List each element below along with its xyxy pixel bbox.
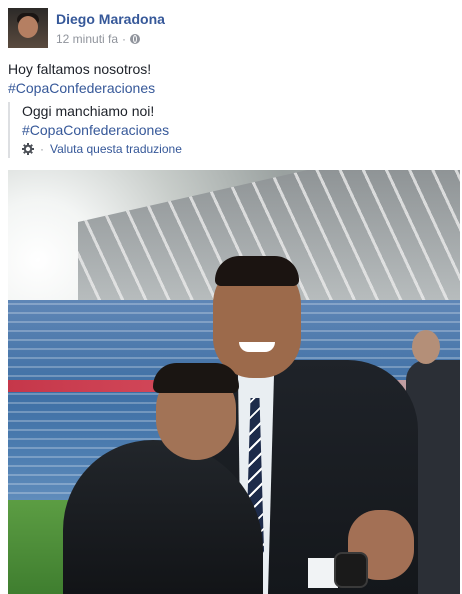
post-meta: 12 minuti fa · <box>56 32 141 46</box>
rate-translation-link[interactable]: Valuta questa traduzione <box>50 142 182 156</box>
translation-text: Oggi manchiamo noi! <box>22 103 155 119</box>
post-timestamp[interactable]: 12 minuti fa <box>56 32 118 46</box>
post-photo[interactable] <box>8 170 460 594</box>
man-right-smile <box>239 342 275 352</box>
rate-separator: · <box>40 142 44 156</box>
post-hashtag-link[interactable]: #CopaConfederaciones <box>8 79 155 98</box>
post-text: Hoy faltamos nosotros! #CopaConfederacio… <box>8 60 155 98</box>
rate-translation: · Valuta questa traduzione <box>22 142 182 156</box>
translation-hashtag-link[interactable]: #CopaConfederaciones <box>22 121 182 140</box>
translation-block: Oggi manchiamo noi! #CopaConfederaciones… <box>8 102 182 158</box>
man-left-hair <box>153 363 239 393</box>
globe-icon[interactable] <box>130 34 141 44</box>
author-name[interactable]: Diego Maradona <box>56 11 165 27</box>
facebook-post: Diego Maradona 12 minuti fa · Hoy faltam… <box>0 0 462 594</box>
man-right-hair <box>215 256 299 286</box>
avatar[interactable] <box>8 8 48 48</box>
meta-separator: · <box>122 32 127 46</box>
post-message: Hoy faltamos nosotros! <box>8 61 152 77</box>
wristwatch <box>334 552 368 588</box>
avatar-face <box>18 16 38 38</box>
gear-icon[interactable] <box>22 143 34 155</box>
background-person-head <box>412 330 440 364</box>
